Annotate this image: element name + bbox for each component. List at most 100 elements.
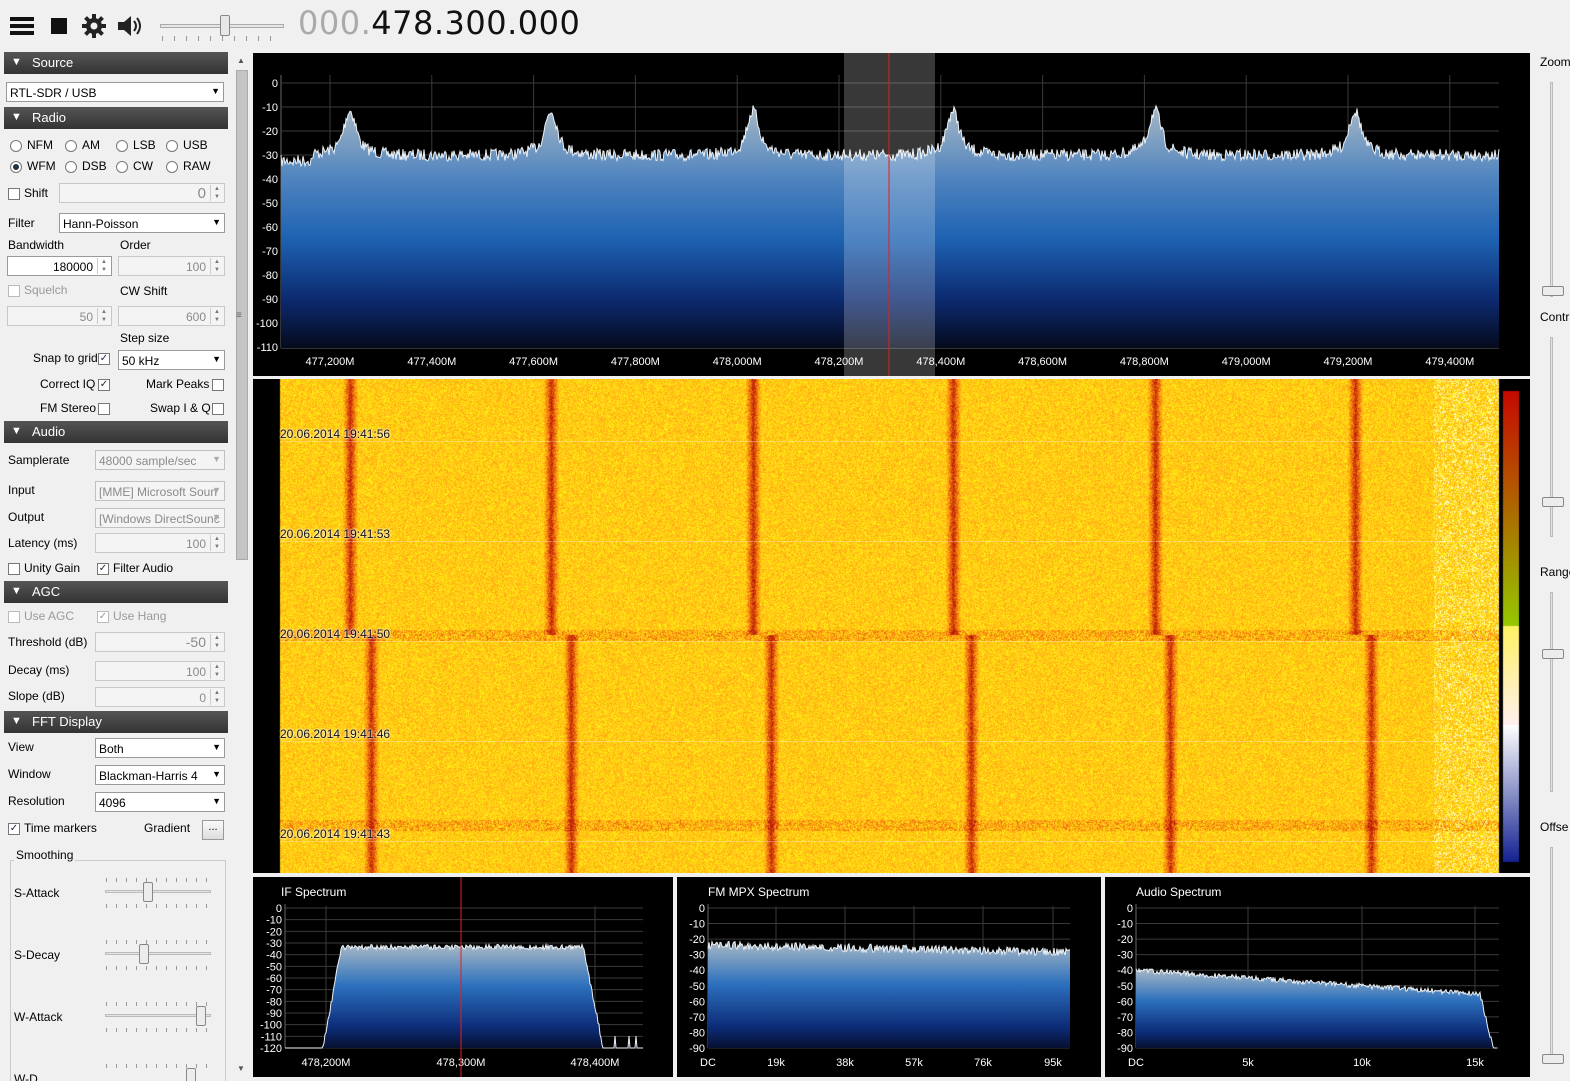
decay-spinner[interactable]: 100 ▲ ▼ xyxy=(95,661,225,681)
mode-cw-radio[interactable] xyxy=(116,161,128,173)
fm-stereo-checkbox[interactable] xyxy=(98,403,110,415)
source-header-label: Source xyxy=(32,55,74,70)
range-slider[interactable] xyxy=(1550,592,1553,792)
x-tick-label: 477,800M xyxy=(611,356,660,368)
s-attack-slider[interactable] xyxy=(105,890,211,893)
y-tick-label: -100 xyxy=(256,318,278,330)
fft-display-section-header[interactable]: ▼ FFT Display xyxy=(4,711,228,733)
contrast-slider-thumb[interactable] xyxy=(1542,497,1564,507)
spinner-arrows-icon[interactable]: ▲ ▼ xyxy=(210,535,223,551)
spectrum-analyzer[interactable]: 0 -10 -20 -30 -40 -50 -60 -70 -80 -90 -100 -110 477… xyxy=(253,53,1530,376)
cw-shift-value: 600 xyxy=(185,310,206,324)
w-attack-slider-thumb[interactable] xyxy=(196,1006,207,1026)
scroll-up-icon[interactable]: ▲ xyxy=(237,56,245,65)
audio-spectrum-title: Audio Spectrum xyxy=(1136,885,1221,899)
use-agc-checkbox[interactable] xyxy=(8,611,20,623)
scroll-down-icon[interactable]: ▼ xyxy=(237,1064,245,1073)
mode-dsb-radio[interactable] xyxy=(65,161,77,173)
gear-icon[interactable] xyxy=(80,12,108,40)
control-panel-scrollbar[interactable]: ▲ ▼ xyxy=(234,52,250,1081)
w-decay-slider-thumb[interactable] xyxy=(186,1068,196,1081)
filter-select[interactable]: Hann-Poisson ▼ xyxy=(59,213,225,233)
waterfall-canvas[interactable] xyxy=(253,379,1530,873)
order-spinner[interactable]: 100 ▲ ▼ xyxy=(118,256,225,276)
frequency-prefix[interactable]: 000. xyxy=(298,4,371,42)
bandwidth-spinner[interactable]: 180000 ▲ ▼ xyxy=(7,256,112,276)
splitter-grip-icon[interactable]: ≡ xyxy=(236,310,242,321)
if-spectrum-panel[interactable]: IF Spectrum 0 -10 -20 -30 -40 -50 -60 -70 -80 -90… xyxy=(253,877,673,1077)
spinner-arrows-icon[interactable]: ▲ ▼ xyxy=(97,308,110,324)
samplerate-select[interactable]: 48000 sample/sec ▼ xyxy=(95,450,225,470)
radio-header-label: Radio xyxy=(32,110,66,125)
zoom-slider[interactable] xyxy=(1550,82,1553,297)
hamburger-menu-icon[interactable] xyxy=(8,12,36,40)
frequency-value[interactable]: 478.300.000 xyxy=(371,4,580,42)
source-section-header[interactable]: ▼ Source xyxy=(4,52,228,74)
spinner-arrows-icon[interactable]: ▲ ▼ xyxy=(210,689,223,705)
mode-usb-radio[interactable] xyxy=(166,140,178,152)
zoom-slider-thumb[interactable] xyxy=(1542,286,1564,296)
step-size-select[interactable]: 50 kHz ▼ xyxy=(118,350,225,370)
squelch-checkbox[interactable] xyxy=(8,285,20,297)
mode-wfm-radio[interactable] xyxy=(10,161,22,173)
squelch-spinner[interactable]: 50 ▲ ▼ xyxy=(7,306,112,326)
radio-section-header[interactable]: ▼ Radio xyxy=(4,107,228,129)
resolution-label: Resolution xyxy=(8,794,65,808)
mark-peaks-checkbox[interactable] xyxy=(212,379,224,391)
waterfall-display[interactable]: 20.06.2014 19:41:56 20.06.2014 19:41:53 20… xyxy=(253,379,1530,873)
mode-lsb-radio[interactable] xyxy=(116,140,128,152)
resolution-select[interactable]: 4096 ▼ xyxy=(95,792,225,812)
filter-audio-checkbox[interactable]: ✓ xyxy=(97,563,109,575)
correct-iq-checkbox[interactable]: ✓ xyxy=(98,379,110,391)
volume-slider-thumb[interactable] xyxy=(220,15,230,36)
mode-raw-radio[interactable] xyxy=(166,161,178,173)
audio-section-header[interactable]: ▼ Audio xyxy=(4,421,228,443)
range-slider-thumb[interactable] xyxy=(1542,649,1564,659)
mode-nfm-radio[interactable] xyxy=(10,140,22,152)
spinner-arrows-icon[interactable]: ▲ ▼ xyxy=(210,634,223,650)
collapse-triangle-icon: ▼ xyxy=(11,715,22,727)
latency-spinner[interactable]: 100 ▲ ▼ xyxy=(95,533,225,553)
slope-spinner[interactable]: 0 ▲ ▼ xyxy=(95,687,225,707)
s-attack-slider-thumb[interactable] xyxy=(143,882,154,902)
waterfall-timestamp: 20.06.2014 19:41:43 xyxy=(280,827,391,841)
audio-spectrum-panel[interactable]: Audio Spectrum 0 -10 -20 -30 -40 -50 -60 -70 -80… xyxy=(1105,877,1530,1077)
s-decay-slider-thumb[interactable] xyxy=(138,944,149,964)
cw-shift-spinner[interactable]: 600 ▲ ▼ xyxy=(118,306,225,326)
toolbar: 000.478.300.000 xyxy=(0,0,1570,52)
frequency-display[interactable]: 000.478.300.000 xyxy=(298,4,580,42)
speaker-icon[interactable] xyxy=(116,12,144,40)
offset-slider-thumb[interactable] xyxy=(1542,1054,1564,1064)
output-device-select[interactable]: [Windows DirectSounc ▼ xyxy=(95,508,225,528)
shift-checkbox[interactable] xyxy=(8,188,20,200)
shift-spinner[interactable]: 0 ▲ ▼ xyxy=(59,183,225,203)
unity-gain-checkbox[interactable] xyxy=(8,563,20,575)
swap-iq-checkbox[interactable] xyxy=(212,403,224,415)
input-device-select[interactable]: [MME] Microsoft Soun ▼ xyxy=(95,481,225,501)
fm-mpx-spectrum-panel[interactable]: FM MPX Spectrum 0 -10 -20 -30 -40 -50 -60 -70 -8… xyxy=(677,877,1101,1077)
spinner-arrows-icon[interactable]: ▲ ▼ xyxy=(210,258,223,274)
threshold-spinner[interactable]: -50 ▲ ▼ xyxy=(95,632,225,652)
time-markers-checkbox[interactable]: ✓ xyxy=(8,823,20,835)
offset-slider[interactable] xyxy=(1550,847,1553,1062)
y-tick-label: 0 xyxy=(272,78,278,90)
snap-to-grid-checkbox[interactable]: ✓ xyxy=(98,353,110,365)
gradient-button[interactable]: ... xyxy=(202,820,224,840)
filter-audio-label: Filter Audio xyxy=(113,561,174,575)
spinner-arrows-icon[interactable]: ▲ ▼ xyxy=(210,308,223,324)
contrast-slider[interactable] xyxy=(1550,337,1553,537)
spinner-arrows-icon[interactable]: ▲ ▼ xyxy=(210,663,223,679)
mode-am-radio[interactable] xyxy=(65,140,77,152)
spinner-arrows-icon[interactable]: ▲ ▼ xyxy=(97,258,110,274)
spinner-arrows-icon[interactable]: ▲ ▼ xyxy=(210,185,223,201)
w-attack-slider[interactable] xyxy=(105,1014,211,1017)
source-device-select[interactable]: RTL-SDR / USB ▼ xyxy=(6,82,224,102)
view-select[interactable]: Both ▼ xyxy=(95,738,225,758)
agc-section-header[interactable]: ▼ AGC xyxy=(4,581,228,603)
use-hang-checkbox[interactable]: ✓ xyxy=(97,611,109,623)
spectrum-plot[interactable]: 0 -10 -20 -30 -40 -50 -60 -70 -80 -90 -100 -110 477… xyxy=(253,53,1530,376)
stop-icon[interactable] xyxy=(45,12,73,40)
s-decay-slider[interactable] xyxy=(105,952,211,955)
window-select[interactable]: Blackman-Harris 4 ▼ xyxy=(95,765,225,785)
mode-am-label: AM xyxy=(82,138,100,152)
